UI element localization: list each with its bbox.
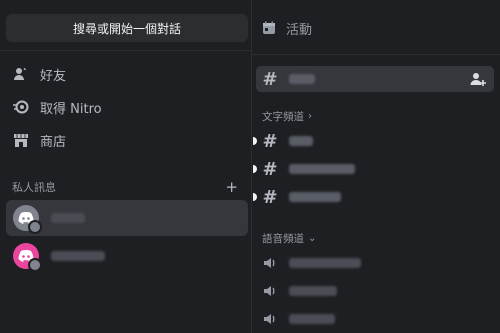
text-channel[interactable]: #	[253, 156, 494, 182]
voice-category-header[interactable]: 語音頻道 ⌄	[262, 231, 316, 245]
hashtag-icon: #	[262, 186, 278, 208]
status-indicator	[28, 220, 42, 234]
hashtag-icon: #	[262, 68, 278, 90]
search-label: 搜尋或開始一個對話	[72, 21, 181, 36]
voice-channel[interactable]	[256, 278, 494, 304]
dm-name-redacted	[51, 213, 85, 223]
nav-item-shop[interactable]: 商店	[12, 126, 242, 154]
channel-name-redacted	[289, 164, 355, 174]
nav-item-friends[interactable]: 好友	[12, 60, 242, 88]
channel-name-redacted	[289, 192, 341, 202]
nav-label-shop: 商店	[40, 134, 67, 150]
invite-user-icon[interactable]	[470, 71, 486, 87]
channel-name-redacted	[289, 74, 315, 84]
avatar	[13, 205, 42, 234]
divider	[0, 50, 251, 51]
text-category-header[interactable]: 文字頻道 ›	[262, 109, 312, 123]
server-channel-list: 活動 # 文字頻道 › # # # 語音頻道 ⌄	[252, 0, 500, 333]
events-button[interactable]: 活動	[260, 17, 312, 39]
nav-label-nitro: 取得 Nitro	[40, 101, 102, 117]
chevron-down-icon: ⌄	[308, 232, 317, 244]
divider	[252, 54, 500, 55]
shop-icon	[12, 131, 30, 149]
friends-icon	[12, 65, 30, 83]
channel-name-redacted	[289, 136, 313, 146]
dm-name-redacted	[51, 251, 105, 261]
dm-item[interactable]	[6, 238, 248, 274]
voice-category-label: 語音頻道	[262, 232, 304, 245]
speaker-icon	[261, 256, 279, 270]
hashtag-icon: #	[262, 158, 278, 180]
unread-indicator	[253, 137, 257, 145]
voice-channel[interactable]	[256, 250, 494, 276]
nitro-icon	[12, 98, 30, 116]
nav-label-friends: 好友	[40, 68, 67, 84]
search-button[interactable]: 搜尋或開始一個對話	[6, 14, 248, 42]
hashtag-icon: #	[262, 130, 278, 152]
dm-item[interactable]	[6, 200, 248, 236]
text-channel[interactable]: #	[253, 128, 494, 154]
plus-icon[interactable]: +	[225, 178, 238, 196]
calendar-icon	[260, 19, 278, 37]
nav-item-nitro[interactable]: 取得 Nitro	[12, 93, 242, 121]
channel-name-redacted	[289, 314, 335, 324]
speaker-icon	[261, 312, 279, 326]
channel-name-redacted	[289, 286, 337, 296]
channel-name-redacted	[289, 258, 361, 268]
unread-indicator	[253, 165, 257, 173]
voice-channel[interactable]	[256, 306, 494, 332]
dm-header: 私人訊息 +	[12, 178, 242, 196]
text-channel[interactable]: #	[256, 66, 494, 92]
events-label: 活動	[286, 22, 313, 38]
avatar	[13, 243, 42, 272]
dm-header-label: 私人訊息	[12, 181, 56, 194]
text-channel[interactable]: #	[253, 184, 494, 210]
unread-indicator	[253, 193, 257, 201]
chevron-right-icon: ›	[308, 110, 312, 122]
status-indicator	[28, 258, 42, 272]
dm-sidebar: 搜尋或開始一個對話 好友 取得 Nitro 商店 私人訊息 +	[0, 0, 252, 333]
text-category-label: 文字頻道	[262, 110, 304, 123]
speaker-icon	[261, 284, 279, 298]
